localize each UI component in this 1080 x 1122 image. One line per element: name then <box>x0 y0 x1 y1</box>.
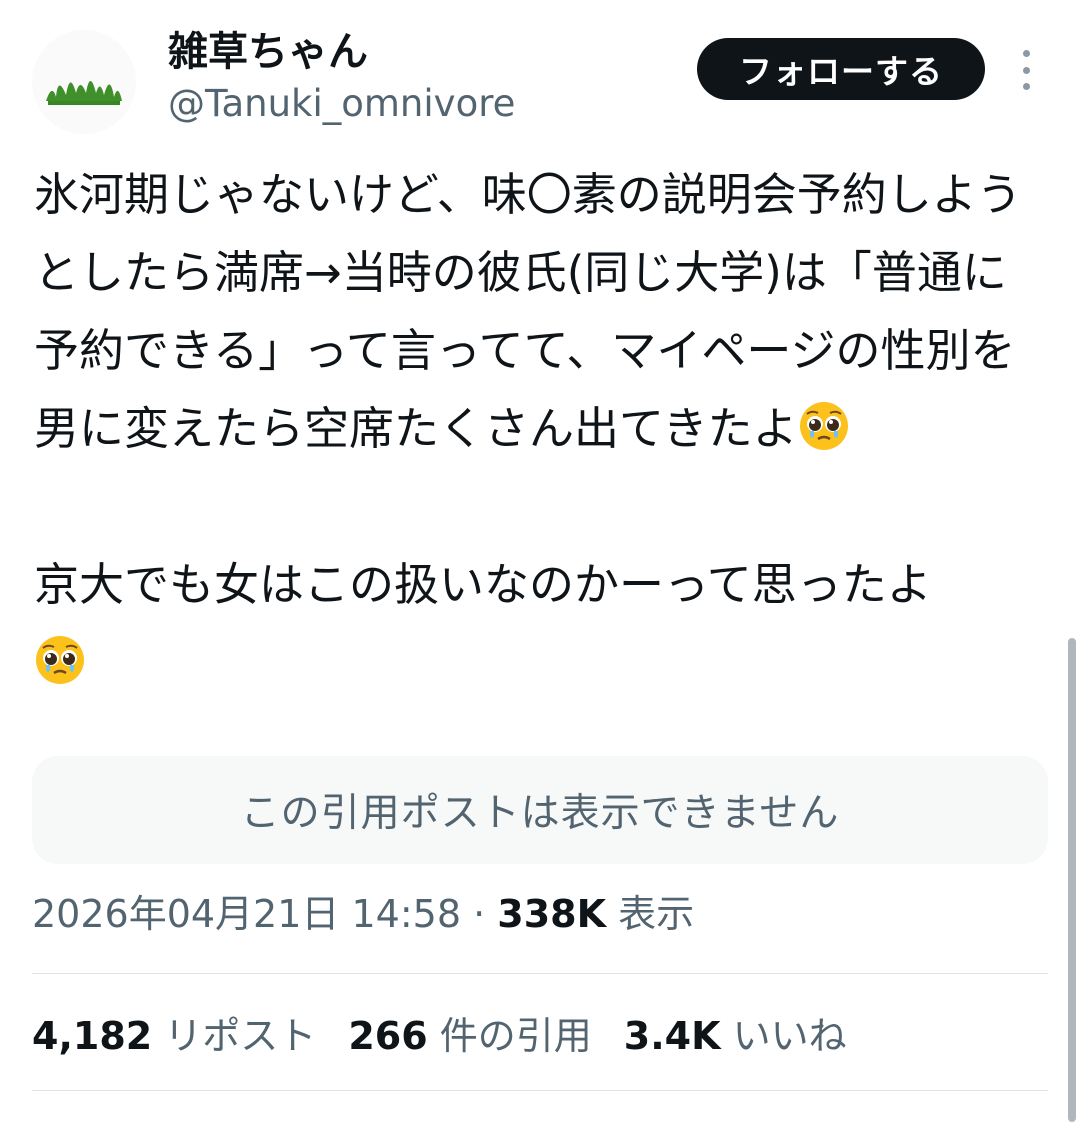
avatar[interactable] <box>32 30 136 134</box>
reposts-stat[interactable]: 4,182 リポスト <box>32 1010 316 1062</box>
more-dot <box>1022 83 1030 90</box>
more-dot <box>1022 50 1030 57</box>
more-dot <box>1022 66 1030 74</box>
pleading-face-emoji <box>36 636 84 684</box>
likes-stat[interactable]: 3.4K いいね <box>624 1010 847 1062</box>
likes-label: いいね <box>732 1014 847 1058</box>
post-paragraph-2: 京大でも女はこの扱いなのかーって思ったよ <box>34 558 932 611</box>
more-vertical-icon[interactable] <box>1012 50 1040 90</box>
scrollbar[interactable] <box>1068 638 1076 1122</box>
views-label: 表示 <box>618 892 695 936</box>
quotes-stat[interactable]: 266 件の引用 <box>348 1010 591 1062</box>
meta-separator: · <box>473 892 486 936</box>
quote-unavailable-box: この引用ポストは表示できません <box>32 756 1048 864</box>
follow-button[interactable]: フォローする <box>697 38 985 100</box>
reposts-count: 4,182 <box>32 1014 153 1058</box>
reposts-label: リポスト <box>164 1014 317 1058</box>
author-name[interactable]: 雑草ちゃん <box>168 28 368 76</box>
likes-count: 3.4K <box>623 1014 721 1058</box>
post-text: 氷河期じゃないけど、味〇素の説明会予約しようとしたら満席→当時の彼氏(同じ大学)… <box>34 156 1044 702</box>
quotes-count: 266 <box>348 1014 428 1058</box>
divider <box>32 973 1048 974</box>
post-meta: 2026年04月21日 14:58 · 338K 表示 <box>32 888 694 940</box>
quotes-label: 件の引用 <box>439 1014 592 1058</box>
post-paragraph-1: 氷河期じゃないけど、味〇素の説明会予約しようとしたら満席→当時の彼氏(同じ大学)… <box>34 168 1022 455</box>
grass-icon <box>46 81 122 105</box>
divider <box>32 1090 1048 1091</box>
engagement-stats: 4,182 リポスト 266 件の引用 3.4K いいね <box>32 1010 879 1062</box>
tweet-detail: 雑草ちゃん @Tanuki_omnivore フォローする 氷河期じゃないけど、… <box>0 0 1080 1122</box>
author-handle[interactable]: @Tanuki_omnivore <box>168 82 515 126</box>
views-count: 338K <box>497 892 607 936</box>
pleading-face-emoji <box>799 402 848 450</box>
timestamp[interactable]: 2026年04月21日 14:58 <box>32 892 461 936</box>
quote-unavailable-text: この引用ポストは表示できません <box>240 791 840 836</box>
